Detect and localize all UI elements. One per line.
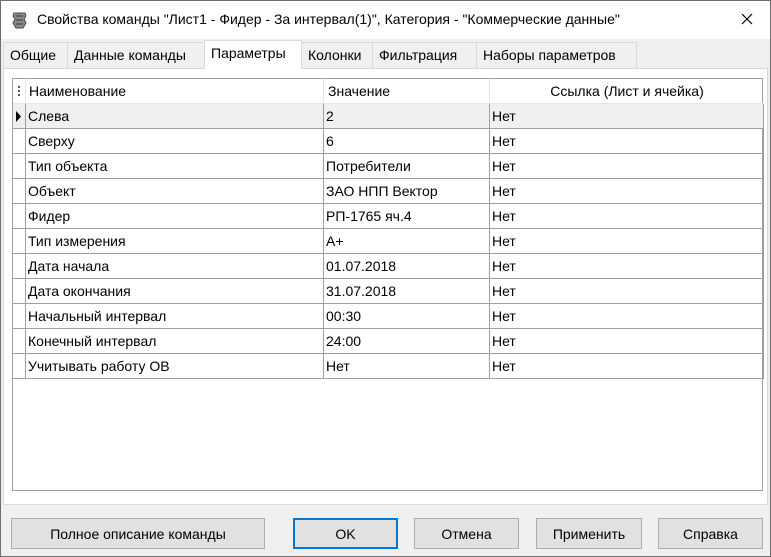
cell-link[interactable]: Нет	[490, 129, 764, 154]
column-chooser-icon[interactable]	[13, 79, 26, 104]
row-indicator	[13, 254, 26, 279]
row-indicator	[13, 104, 26, 129]
help-button[interactable]: Справка	[658, 518, 763, 549]
table-row[interactable]: Дата окончания 31.07.2018 Нет	[13, 279, 764, 304]
cell-link[interactable]: Нет	[490, 104, 764, 129]
row-indicator	[13, 304, 26, 329]
cell-link[interactable]: Нет	[490, 279, 764, 304]
cell-name[interactable]: Начальный интервал	[26, 304, 324, 329]
cell-value[interactable]: 2	[324, 104, 490, 129]
cell-value[interactable]: Потребители	[324, 154, 490, 179]
cell-name[interactable]: Тип измерения	[26, 229, 324, 254]
cell-value[interactable]: А+	[324, 229, 490, 254]
column-header-link[interactable]: Ссылка (Лист и ячейка)	[490, 79, 764, 104]
cell-name[interactable]: Учитывать работу ОВ	[26, 354, 324, 379]
cell-link[interactable]: Нет	[490, 229, 764, 254]
cell-name[interactable]: Тип объекта	[26, 154, 324, 179]
cell-name[interactable]: Конечный интервал	[26, 329, 324, 354]
cell-value[interactable]: Нет	[324, 354, 490, 379]
cell-value[interactable]: 01.07.2018	[324, 254, 490, 279]
tab-parameter-sets[interactable]: Наборы параметров	[476, 42, 637, 68]
table-row[interactable]: Слева 2 Нет	[13, 104, 764, 129]
window-title: Свойства команды "Лист1 - Фидер - За инт…	[37, 11, 620, 27]
cell-value[interactable]: РП-1765 яч.4	[324, 204, 490, 229]
table-row[interactable]: Фидер РП-1765 яч.4 Нет	[13, 204, 764, 229]
row-indicator	[13, 229, 26, 254]
title-bar[interactable]: Свойства команды "Лист1 - Фидер - За инт…	[1, 1, 770, 39]
cell-name[interactable]: Дата начала	[26, 254, 324, 279]
table-row[interactable]: Учитывать работу ОВ Нет Нет	[13, 354, 764, 379]
tab-filtering[interactable]: Фильтрация	[372, 42, 477, 68]
cell-link[interactable]: Нет	[490, 154, 764, 179]
cell-link[interactable]: Нет	[490, 304, 764, 329]
app-icon	[11, 11, 28, 29]
close-icon	[741, 13, 753, 25]
table-row[interactable]: Сверху 6 Нет	[13, 129, 764, 154]
table-row[interactable]: Тип объекта Потребители Нет	[13, 154, 764, 179]
cell-link[interactable]: Нет	[490, 329, 764, 354]
table-row[interactable]: Тип измерения А+ Нет	[13, 229, 764, 254]
row-indicator	[13, 279, 26, 304]
close-button[interactable]	[724, 1, 770, 37]
tab-command-data[interactable]: Данные команды	[67, 42, 205, 68]
cell-value[interactable]: ЗАО НПП Вектор	[324, 179, 490, 204]
tab-columns[interactable]: Колонки	[301, 42, 373, 68]
cell-link[interactable]: Нет	[490, 254, 764, 279]
row-indicator	[13, 354, 26, 379]
row-indicator	[13, 129, 26, 154]
cell-name[interactable]: Дата окончания	[26, 279, 324, 304]
cell-value[interactable]: 24:00	[324, 329, 490, 354]
ok-button[interactable]: OK	[293, 518, 398, 549]
current-row-arrow-icon	[16, 111, 21, 122]
column-header-value[interactable]: Значение	[324, 79, 490, 104]
row-indicator	[13, 154, 26, 179]
tab-parameters[interactable]: Параметры	[204, 40, 302, 69]
cell-value[interactable]: 00:30	[324, 304, 490, 329]
column-header-name[interactable]: Наименование	[26, 79, 324, 104]
tab-bar: Общие Данные команды Параметры Колонки Ф…	[3, 40, 768, 69]
table-row[interactable]: Конечный интервал 24:00 Нет	[13, 329, 764, 354]
row-indicator	[13, 204, 26, 229]
apply-button[interactable]: Применить	[536, 518, 642, 549]
cell-link[interactable]: Нет	[490, 204, 764, 229]
cell-name[interactable]: Сверху	[26, 129, 324, 154]
cell-link[interactable]: Нет	[490, 354, 764, 379]
grid-header: Наименование Значение Ссылка (Лист и яче…	[13, 79, 764, 104]
row-indicator	[13, 329, 26, 354]
tab-content-panel: Наименование Значение Ссылка (Лист и яче…	[3, 68, 768, 505]
table-row[interactable]: Объект ЗАО НПП Вектор Нет	[13, 179, 764, 204]
cell-value[interactable]: 6	[324, 129, 490, 154]
tab-general[interactable]: Общие	[3, 42, 68, 68]
full-description-button[interactable]: Полное описание команды	[11, 518, 265, 549]
cancel-button[interactable]: Отмена	[414, 518, 519, 549]
cell-name[interactable]: Объект	[26, 179, 324, 204]
row-indicator	[13, 179, 26, 204]
cell-name[interactable]: Фидер	[26, 204, 324, 229]
cell-value[interactable]: 31.07.2018	[324, 279, 490, 304]
table-row[interactable]: Дата начала 01.07.2018 Нет	[13, 254, 764, 279]
parameters-grid[interactable]: Наименование Значение Ссылка (Лист и яче…	[12, 78, 764, 491]
dialog-window: Свойства команды "Лист1 - Фидер - За инт…	[0, 0, 771, 557]
cell-link[interactable]: Нет	[490, 179, 764, 204]
table-row[interactable]: Начальный интервал 00:30 Нет	[13, 304, 764, 329]
cell-name[interactable]: Слева	[26, 104, 324, 129]
